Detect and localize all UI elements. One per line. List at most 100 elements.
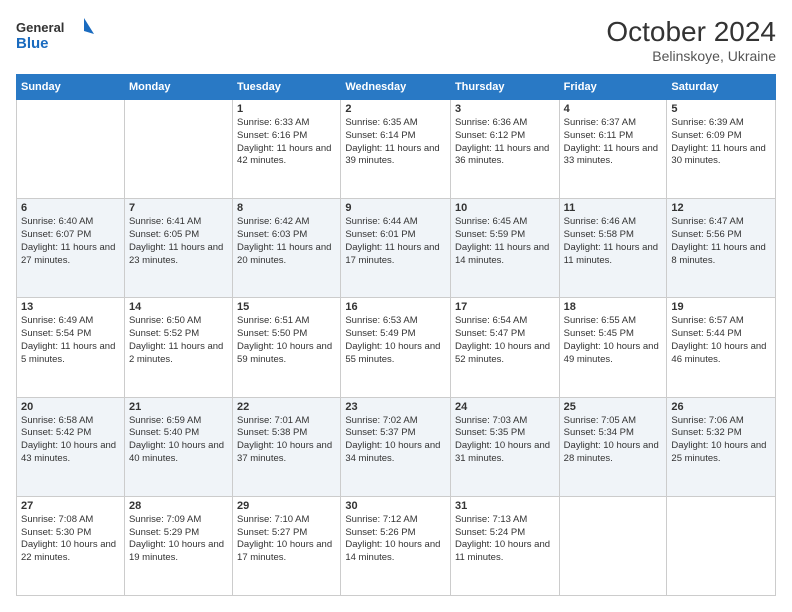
day-info: Sunrise: 6:53 AM Sunset: 5:49 PM Dayligh…: [345, 315, 446, 366]
svg-text:Blue: Blue: [16, 35, 49, 52]
sunrise-text: Sunrise: 6:37 AM: [564, 117, 636, 128]
daylight-text: Daylight: 10 hours and 22 minutes.: [21, 539, 116, 563]
cell-4-1: 28 Sunrise: 7:09 AM Sunset: 5:29 PM Dayl…: [124, 496, 232, 595]
sunset-text: Sunset: 5:47 PM: [455, 328, 525, 339]
location: Belinskoye, Ukraine: [606, 48, 776, 64]
sunset-text: Sunset: 6:01 PM: [345, 229, 415, 240]
daylight-text: Daylight: 11 hours and 17 minutes.: [345, 242, 439, 266]
day-number: 10: [455, 202, 555, 214]
cell-1-3: 9 Sunrise: 6:44 AM Sunset: 6:01 PM Dayli…: [341, 199, 451, 298]
day-info: Sunrise: 6:54 AM Sunset: 5:47 PM Dayligh…: [455, 315, 555, 366]
day-number: 27: [21, 500, 120, 512]
day-info: Sunrise: 6:59 AM Sunset: 5:40 PM Dayligh…: [129, 415, 228, 466]
daylight-text: Daylight: 10 hours and 52 minutes.: [455, 341, 550, 365]
day-info: Sunrise: 6:33 AM Sunset: 6:16 PM Dayligh…: [237, 117, 336, 168]
col-tuesday: Tuesday: [233, 75, 341, 100]
day-number: 16: [345, 301, 446, 313]
col-friday: Friday: [559, 75, 667, 100]
cell-2-6: 19 Sunrise: 6:57 AM Sunset: 5:44 PM Dayl…: [667, 298, 776, 397]
day-number: 31: [455, 500, 555, 512]
sunrise-text: Sunrise: 6:39 AM: [671, 117, 743, 128]
daylight-text: Daylight: 11 hours and 30 minutes.: [671, 143, 765, 167]
daylight-text: Daylight: 11 hours and 36 minutes.: [455, 143, 549, 167]
daylight-text: Daylight: 11 hours and 14 minutes.: [455, 242, 549, 266]
col-wednesday: Wednesday: [341, 75, 451, 100]
day-number: 6: [21, 202, 120, 214]
sunrise-text: Sunrise: 6:42 AM: [237, 216, 309, 227]
sunset-text: Sunset: 6:14 PM: [345, 130, 415, 141]
sunset-text: Sunset: 5:26 PM: [345, 527, 415, 538]
daylight-text: Daylight: 10 hours and 40 minutes.: [129, 440, 224, 464]
day-info: Sunrise: 7:05 AM Sunset: 5:34 PM Dayligh…: [564, 415, 663, 466]
sunset-text: Sunset: 5:52 PM: [129, 328, 199, 339]
day-info: Sunrise: 6:44 AM Sunset: 6:01 PM Dayligh…: [345, 216, 446, 267]
day-info: Sunrise: 6:47 AM Sunset: 5:56 PM Dayligh…: [671, 216, 771, 267]
sunrise-text: Sunrise: 6:55 AM: [564, 315, 636, 326]
sunset-text: Sunset: 5:30 PM: [21, 527, 91, 538]
cell-2-5: 18 Sunrise: 6:55 AM Sunset: 5:45 PM Dayl…: [559, 298, 667, 397]
sunrise-text: Sunrise: 6:49 AM: [21, 315, 93, 326]
sunrise-text: Sunrise: 7:13 AM: [455, 514, 527, 525]
cell-4-6: [667, 496, 776, 595]
sunset-text: Sunset: 6:11 PM: [564, 130, 634, 141]
cell-2-3: 16 Sunrise: 6:53 AM Sunset: 5:49 PM Dayl…: [341, 298, 451, 397]
sunset-text: Sunset: 5:24 PM: [455, 527, 525, 538]
sunset-text: Sunset: 5:32 PM: [671, 427, 741, 438]
week-row-3: 20 Sunrise: 6:58 AM Sunset: 5:42 PM Dayl…: [17, 397, 776, 496]
sunrise-text: Sunrise: 7:02 AM: [345, 415, 417, 426]
sunset-text: Sunset: 5:45 PM: [564, 328, 634, 339]
sunrise-text: Sunrise: 6:54 AM: [455, 315, 527, 326]
daylight-text: Daylight: 11 hours and 23 minutes.: [129, 242, 223, 266]
cell-4-3: 30 Sunrise: 7:12 AM Sunset: 5:26 PM Dayl…: [341, 496, 451, 595]
sunset-text: Sunset: 5:34 PM: [564, 427, 634, 438]
cell-0-1: [124, 100, 232, 199]
calendar-table: Sunday Monday Tuesday Wednesday Thursday…: [16, 74, 776, 596]
sunset-text: Sunset: 5:56 PM: [671, 229, 741, 240]
day-number: 4: [564, 103, 663, 115]
sunset-text: Sunset: 5:42 PM: [21, 427, 91, 438]
day-number: 12: [671, 202, 771, 214]
sunset-text: Sunset: 6:05 PM: [129, 229, 199, 240]
sunrise-text: Sunrise: 6:45 AM: [455, 216, 527, 227]
day-info: Sunrise: 6:41 AM Sunset: 6:05 PM Dayligh…: [129, 216, 228, 267]
sunrise-text: Sunrise: 7:06 AM: [671, 415, 743, 426]
daylight-text: Daylight: 10 hours and 11 minutes.: [455, 539, 550, 563]
daylight-text: Daylight: 11 hours and 11 minutes.: [564, 242, 658, 266]
svg-text:General: General: [16, 20, 64, 35]
day-number: 13: [21, 301, 120, 313]
daylight-text: Daylight: 10 hours and 17 minutes.: [237, 539, 332, 563]
day-number: 2: [345, 103, 446, 115]
cell-0-5: 4 Sunrise: 6:37 AM Sunset: 6:11 PM Dayli…: [559, 100, 667, 199]
sunrise-text: Sunrise: 7:12 AM: [345, 514, 417, 525]
day-number: 1: [237, 103, 336, 115]
day-number: 24: [455, 401, 555, 413]
cell-4-2: 29 Sunrise: 7:10 AM Sunset: 5:27 PM Dayl…: [233, 496, 341, 595]
day-number: 17: [455, 301, 555, 313]
week-row-2: 13 Sunrise: 6:49 AM Sunset: 5:54 PM Dayl…: [17, 298, 776, 397]
day-info: Sunrise: 6:37 AM Sunset: 6:11 PM Dayligh…: [564, 117, 663, 168]
calendar-header-row: Sunday Monday Tuesday Wednesday Thursday…: [17, 75, 776, 100]
daylight-text: Daylight: 10 hours and 49 minutes.: [564, 341, 659, 365]
cell-0-6: 5 Sunrise: 6:39 AM Sunset: 6:09 PM Dayli…: [667, 100, 776, 199]
cell-3-1: 21 Sunrise: 6:59 AM Sunset: 5:40 PM Dayl…: [124, 397, 232, 496]
day-number: 22: [237, 401, 336, 413]
sunset-text: Sunset: 6:09 PM: [671, 130, 741, 141]
page: General Blue October 2024 Belinskoye, Uk…: [0, 0, 792, 612]
day-info: Sunrise: 7:03 AM Sunset: 5:35 PM Dayligh…: [455, 415, 555, 466]
day-info: Sunrise: 6:55 AM Sunset: 5:45 PM Dayligh…: [564, 315, 663, 366]
day-info: Sunrise: 7:02 AM Sunset: 5:37 PM Dayligh…: [345, 415, 446, 466]
sunrise-text: Sunrise: 6:41 AM: [129, 216, 201, 227]
cell-3-4: 24 Sunrise: 7:03 AM Sunset: 5:35 PM Dayl…: [450, 397, 559, 496]
daylight-text: Daylight: 11 hours and 33 minutes.: [564, 143, 658, 167]
daylight-text: Daylight: 11 hours and 8 minutes.: [671, 242, 765, 266]
sunset-text: Sunset: 5:29 PM: [129, 527, 199, 538]
title-block: October 2024 Belinskoye, Ukraine: [606, 16, 776, 64]
cell-4-5: [559, 496, 667, 595]
sunrise-text: Sunrise: 6:36 AM: [455, 117, 527, 128]
cell-4-0: 27 Sunrise: 7:08 AM Sunset: 5:30 PM Dayl…: [17, 496, 125, 595]
day-number: 23: [345, 401, 446, 413]
cell-0-0: [17, 100, 125, 199]
day-number: 25: [564, 401, 663, 413]
col-sunday: Sunday: [17, 75, 125, 100]
day-number: 14: [129, 301, 228, 313]
